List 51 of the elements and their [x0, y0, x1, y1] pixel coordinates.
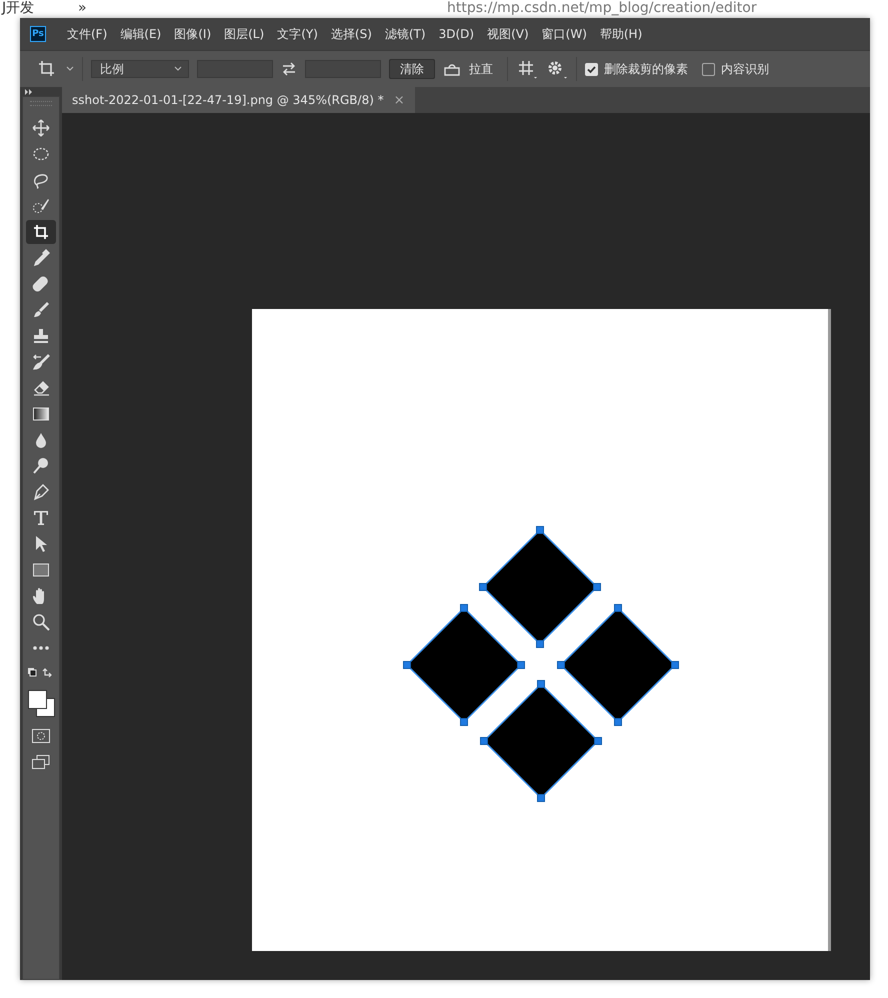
more-icon — [32, 646, 50, 650]
menu-item[interactable]: 3D(D) — [438, 27, 474, 41]
height-field[interactable] — [305, 60, 381, 78]
marquee-icon — [32, 145, 50, 163]
eyedropper-icon — [32, 249, 50, 267]
color-swatches[interactable] — [26, 688, 56, 718]
rectangle-icon — [32, 561, 50, 579]
quick-mask-icon[interactable] — [31, 728, 51, 744]
checkbox-label[interactable]: 删除裁剪的像素 — [604, 60, 688, 78]
stamp-icon — [32, 327, 50, 345]
ratio-select[interactable]: 比例 — [91, 60, 189, 78]
tool-button[interactable] — [26, 220, 56, 244]
checkbox[interactable] — [702, 62, 715, 76]
document-title: sshot-2022-01-01-[22-47-19].png @ 345%(RGB/8) * — [72, 93, 384, 107]
screen-mode-icon[interactable] — [31, 754, 51, 770]
move-icon — [32, 119, 50, 137]
grid-icon[interactable] — [516, 59, 538, 79]
menu-item[interactable]: 视图(V) — [487, 26, 529, 42]
app-logo[interactable]: Ps — [30, 26, 46, 42]
swap-icon[interactable] — [281, 62, 297, 76]
zoom-icon — [32, 613, 50, 631]
quick-select-icon — [32, 197, 50, 215]
type-icon — [32, 509, 50, 527]
document-tab[interactable]: sshot-2022-01-01-[22-47-19].png @ 345%(RGB/8) * × — [62, 87, 415, 113]
menu-item[interactable]: 滤镜(T) — [384, 26, 426, 42]
menu-item[interactable]: 选择(S) — [330, 26, 372, 42]
gradient-icon — [32, 405, 50, 423]
browser-tab-text: J开发 — [2, 0, 34, 17]
grip-icon[interactable] — [30, 101, 52, 106]
checkbox-label[interactable]: 内容识别 — [721, 60, 769, 78]
browser-chevron: » — [78, 0, 87, 17]
menu-item[interactable]: 窗口(W) — [542, 26, 587, 42]
caret-icon[interactable] — [66, 66, 74, 72]
menu-item[interactable]: 文字(Y) — [277, 26, 318, 42]
clear-button[interactable]: 清除 — [389, 59, 435, 79]
menu-item[interactable]: 编辑(E) — [120, 26, 162, 42]
eraser-icon — [32, 379, 50, 397]
menu-item[interactable]: 图层(L) — [224, 26, 264, 42]
caret-icon — [174, 66, 182, 72]
history-brush-icon — [32, 353, 50, 371]
crop-icon — [32, 223, 50, 241]
pen-icon — [32, 483, 50, 501]
width-field[interactable] — [197, 60, 273, 78]
menu-item[interactable]: 图像(I) — [174, 26, 212, 42]
menu-item[interactable]: 文件(F) — [67, 26, 108, 42]
browser-url: https://mp.csdn.net/mp_blog/creation/editor — [447, 0, 757, 17]
settings-icon[interactable] — [546, 59, 568, 79]
lasso-icon — [32, 171, 50, 189]
menu-item[interactable]: 帮助(H) — [600, 26, 642, 42]
brush-icon — [32, 301, 50, 319]
straighten-label[interactable]: 拉直 — [469, 60, 493, 78]
